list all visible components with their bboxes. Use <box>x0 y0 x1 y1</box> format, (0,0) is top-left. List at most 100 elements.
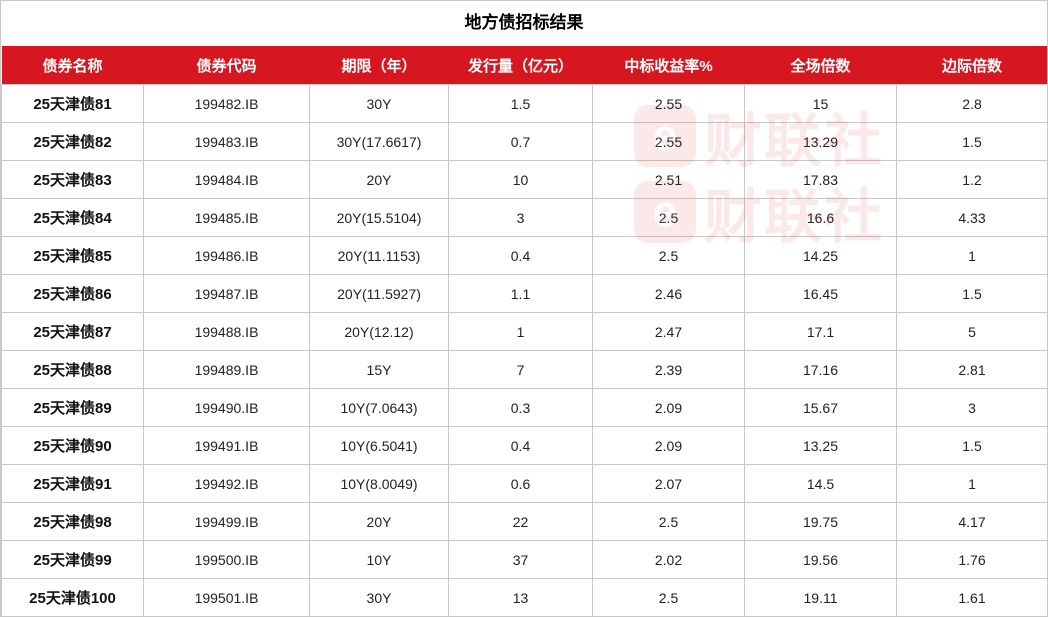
issue-size-cell: 37 <box>448 540 593 579</box>
bond-code-cell: 199483.IB <box>143 122 310 161</box>
bond-name-cell: 25天津债83 <box>1 160 144 199</box>
col-header-marginal-multiple: 边际倍数 <box>896 46 1048 85</box>
marginal-multiple-cell: 1 <box>896 464 1048 503</box>
marginal-multiple-cell: 1.2 <box>896 160 1048 199</box>
table-row: 25天津债90 199491.IB 10Y(6.5041) 0.4 2.09 13.25 1… <box>1 426 1048 465</box>
bid-cover-cell: 15 <box>744 84 897 123</box>
term-cell: 20Y(11.5927) <box>309 274 449 313</box>
bond-code-cell: 199489.IB <box>143 350 310 389</box>
term-cell: 30Y <box>309 578 449 617</box>
col-header-issue-size: 发行量（亿元） <box>448 46 593 85</box>
term-cell: 20Y <box>309 160 449 199</box>
issue-size-cell: 0.4 <box>448 236 593 275</box>
bid-cover-cell: 19.75 <box>744 502 897 541</box>
issue-size-cell: 0.3 <box>448 388 593 427</box>
winning-yield-cell: 2.39 <box>592 350 745 389</box>
bond-name-cell: 25天津债91 <box>1 464 144 503</box>
winning-yield-cell: 2.5 <box>592 198 745 237</box>
bond-code-cell: 199499.IB <box>143 502 310 541</box>
bond-name-cell: 25天津债85 <box>1 236 144 275</box>
table-row: 25天津债87 199488.IB 20Y(12.12) 1 2.47 17.1 5 <box>1 312 1048 351</box>
winning-yield-cell: 2.02 <box>592 540 745 579</box>
bid-cover-cell: 14.25 <box>744 236 897 275</box>
bond-name-cell: 25天津债99 <box>1 540 144 579</box>
table-row: 25天津债98 199499.IB 20Y 22 2.5 19.75 4.17 <box>1 502 1048 541</box>
winning-yield-cell: 2.51 <box>592 160 745 199</box>
bid-cover-cell: 13.25 <box>744 426 897 465</box>
bid-cover-cell: 19.11 <box>744 578 897 617</box>
bid-cover-cell: 13.29 <box>744 122 897 161</box>
winning-yield-cell: 2.09 <box>592 388 745 427</box>
bond-auction-table: 债券名称 债券代码 期限（年） 发行量（亿元） 中标收益率% 全场倍数 边际倍数… <box>1 46 1048 617</box>
issue-size-cell: 10 <box>448 160 593 199</box>
bond-name-cell: 25天津债100 <box>1 578 144 617</box>
table-row: 25天津债84 199485.IB 20Y(15.5104) 3 2.5 16.6 4.33 <box>1 198 1048 237</box>
winning-yield-cell: 2.55 <box>592 122 745 161</box>
marginal-multiple-cell: 4.17 <box>896 502 1048 541</box>
bond-name-cell: 25天津债87 <box>1 312 144 351</box>
issue-size-cell: 1 <box>448 312 593 351</box>
marginal-multiple-cell: 1.5 <box>896 274 1048 313</box>
issue-size-cell: 22 <box>448 502 593 541</box>
term-cell: 20Y(11.1153) <box>309 236 449 275</box>
issue-size-cell: 0.7 <box>448 122 593 161</box>
bond-name-cell: 25天津债89 <box>1 388 144 427</box>
marginal-multiple-cell: 5 <box>896 312 1048 351</box>
issue-size-cell: 3 <box>448 198 593 237</box>
col-header-bid-cover: 全场倍数 <box>744 46 897 85</box>
term-cell: 20Y(12.12) <box>309 312 449 351</box>
term-cell: 10Y <box>309 540 449 579</box>
marginal-multiple-cell: 1.61 <box>896 578 1048 617</box>
bond-name-cell: 25天津债82 <box>1 122 144 161</box>
term-cell: 10Y(7.0643) <box>309 388 449 427</box>
col-header-bond-name: 债券名称 <box>1 46 144 85</box>
bid-cover-cell: 16.6 <box>744 198 897 237</box>
bid-cover-cell: 16.45 <box>744 274 897 313</box>
marginal-multiple-cell: 1 <box>896 236 1048 275</box>
bid-cover-cell: 17.16 <box>744 350 897 389</box>
bond-code-cell: 199486.IB <box>143 236 310 275</box>
col-header-bond-code: 债券代码 <box>143 46 310 85</box>
issue-size-cell: 0.6 <box>448 464 593 503</box>
bond-code-cell: 199492.IB <box>143 464 310 503</box>
table-row: 25天津债100 199501.IB 30Y 13 2.5 19.11 1.61 <box>1 578 1048 617</box>
issue-size-cell: 1.5 <box>448 84 593 123</box>
bond-code-cell: 199484.IB <box>143 160 310 199</box>
winning-yield-cell: 2.09 <box>592 426 745 465</box>
bid-cover-cell: 15.67 <box>744 388 897 427</box>
issue-size-cell: 1.1 <box>448 274 593 313</box>
bond-code-cell: 199482.IB <box>143 84 310 123</box>
marginal-multiple-cell: 1.76 <box>896 540 1048 579</box>
winning-yield-cell: 2.46 <box>592 274 745 313</box>
bond-code-cell: 199485.IB <box>143 198 310 237</box>
bond-name-cell: 25天津债86 <box>1 274 144 313</box>
table-row: 25天津债85 199486.IB 20Y(11.1153) 0.4 2.5 14.25 1 <box>1 236 1048 275</box>
winning-yield-cell: 2.55 <box>592 84 745 123</box>
issue-size-cell: 13 <box>448 578 593 617</box>
bond-name-cell: 25天津债90 <box>1 426 144 465</box>
issue-size-cell: 0.4 <box>448 426 593 465</box>
table-row: 25天津债88 199489.IB 15Y 7 2.39 17.16 2.81 <box>1 350 1048 389</box>
bond-code-cell: 199487.IB <box>143 274 310 313</box>
issue-size-cell: 7 <box>448 350 593 389</box>
bid-cover-cell: 19.56 <box>744 540 897 579</box>
page-title: 地方债招标结果 <box>464 13 584 33</box>
bond-code-cell: 199490.IB <box>143 388 310 427</box>
marginal-multiple-cell: 2.8 <box>896 84 1048 123</box>
winning-yield-cell: 2.5 <box>592 578 745 617</box>
winning-yield-cell: 2.5 <box>592 236 745 275</box>
table-row: 25天津债86 199487.IB 20Y(11.5927) 1.1 2.46 16.45… <box>1 274 1048 313</box>
bond-code-cell: 199501.IB <box>143 578 310 617</box>
marginal-multiple-cell: 2.81 <box>896 350 1048 389</box>
bond-name-cell: 25天津债81 <box>1 84 144 123</box>
bond-code-cell: 199488.IB <box>143 312 310 351</box>
winning-yield-cell: 2.5 <box>592 502 745 541</box>
bid-cover-cell: 17.1 <box>744 312 897 351</box>
term-cell: 10Y(8.0049) <box>309 464 449 503</box>
table-row: 25天津债91 199492.IB 10Y(8.0049) 0.6 2.07 14.5 1 <box>1 464 1048 503</box>
bond-code-cell: 199491.IB <box>143 426 310 465</box>
term-cell: 10Y(6.5041) <box>309 426 449 465</box>
table-row: 25天津债89 199490.IB 10Y(7.0643) 0.3 2.09 15.67 3 <box>1 388 1048 427</box>
winning-yield-cell: 2.47 <box>592 312 745 351</box>
col-header-winning-yield: 中标收益率% <box>592 46 745 85</box>
